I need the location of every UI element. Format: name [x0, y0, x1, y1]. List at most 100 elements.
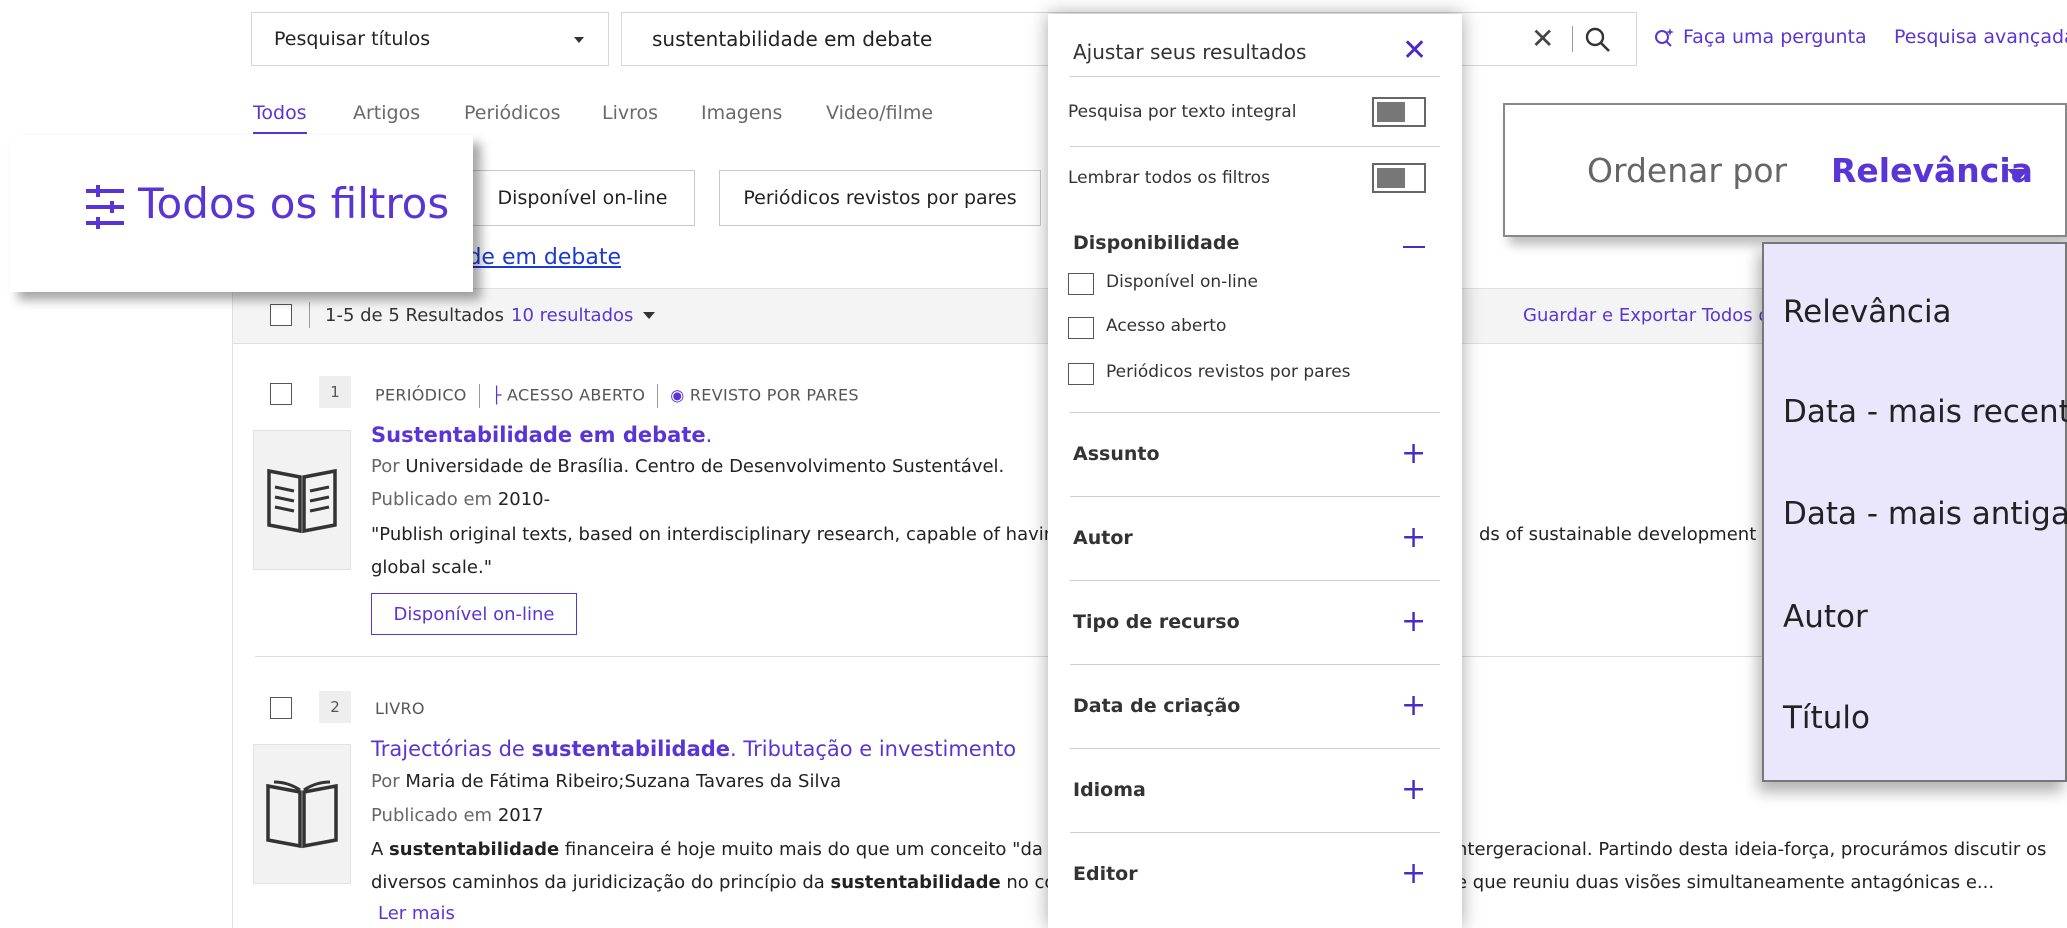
sort-option-newest[interactable]: Data - mais recente	[1783, 394, 2067, 430]
ask-question-label: Faça uma pergunta	[1683, 26, 1867, 48]
result-title-main: sustentabilidade	[531, 737, 731, 761]
clear-search-icon[interactable]: ✕	[1531, 25, 1554, 53]
tab-all[interactable]: Todos	[253, 102, 307, 134]
sort-control[interactable]: Ordenar por Relevância	[1503, 103, 2067, 237]
divider	[309, 302, 310, 328]
sort-label: Ordenar por	[1587, 151, 1788, 190]
chevron-down-icon	[643, 312, 656, 319]
section-creation-date[interactable]: Data de criação	[1073, 695, 1240, 717]
divider	[1070, 664, 1440, 665]
result-description: "Publish original texts, based on interd…	[371, 524, 1067, 545]
result-checkbox[interactable]	[270, 383, 292, 405]
results-count: 1-5 de 5 Resultados	[325, 305, 504, 326]
divider	[1070, 580, 1440, 581]
result-thumbnail[interactable]	[253, 744, 351, 884]
divider	[1070, 832, 1440, 833]
search-scope-value: Pesquisar títulos	[274, 28, 431, 50]
peer-reviewed-label: REVISTO POR PARES	[689, 385, 859, 405]
ask-question-link[interactable]: Faça uma pergunta	[1653, 26, 1867, 48]
sort-option-relevance[interactable]: Relevância	[1783, 294, 1952, 330]
expand-icon[interactable]: +	[1401, 607, 1426, 637]
sort-option-oldest[interactable]: Data - mais antiga	[1783, 496, 2067, 532]
sort-option-title[interactable]: Título	[1783, 700, 1870, 736]
result-title-link[interactable]: Sustentabilidade em debate.	[371, 423, 712, 447]
chip-online[interactable]: Disponível on-line	[470, 170, 695, 226]
sort-option-author[interactable]: Autor	[1783, 599, 1868, 635]
published-value: 2017	[497, 805, 544, 826]
result-type-badges: PERIÓDICO ├ ACESSO ABERTO ◉ REVISTO POR PA…	[375, 384, 859, 408]
filter-checkbox-online[interactable]	[1068, 273, 1094, 295]
result-checkbox[interactable]	[270, 697, 292, 719]
result-type: PERIÓDICO	[375, 385, 467, 405]
expand-icon[interactable]: +	[1401, 859, 1426, 889]
section-author[interactable]: Autor	[1073, 527, 1133, 549]
filter-label-open-access: Acesso aberto	[1106, 316, 1227, 336]
search-scope-select[interactable]: Pesquisar títulos	[251, 12, 609, 66]
all-filters-button[interactable]: Todos os filtros	[10, 135, 473, 292]
search-query: sustentabilidade em debate	[652, 27, 933, 51]
read-more-link[interactable]: Ler mais	[378, 903, 455, 924]
result-thumbnail[interactable]	[253, 430, 351, 570]
chevron-down-icon	[574, 37, 584, 43]
journal-icon	[267, 468, 337, 534]
search-icon[interactable]	[1584, 26, 1612, 54]
filter-checkbox-peer-reviewed[interactable]	[1068, 363, 1094, 385]
result-title-main: Sustentabilidade em debate	[371, 423, 706, 447]
divider	[1572, 26, 1573, 52]
advanced-search-link[interactable]: Pesquisa avançada	[1894, 26, 2067, 48]
result-description-cont: ntergeracional. Partindo desta ideia-for…	[1456, 839, 2047, 860]
expand-icon[interactable]: +	[1401, 439, 1426, 469]
result-published: Publicado em 2010-	[371, 489, 550, 510]
tab-journals[interactable]: Periódicos	[464, 102, 561, 124]
section-subject[interactable]: Assunto	[1073, 443, 1160, 465]
section-resource-type[interactable]: Tipo de recurso	[1073, 611, 1240, 633]
filter-checkbox-open-access[interactable]	[1068, 317, 1094, 339]
availability-section-title[interactable]: Disponibilidade	[1073, 232, 1239, 254]
by-label: Por	[371, 456, 400, 477]
expand-icon[interactable]: +	[1401, 691, 1426, 721]
fulltext-toggle-label: Pesquisa por texto integral	[1068, 102, 1297, 122]
result-title-link[interactable]: Trajectórias de sustentabilidade. Tribut…	[371, 737, 1016, 761]
open-access-label: ACESSO ABERTO	[507, 385, 646, 405]
section-language[interactable]: Idioma	[1073, 779, 1146, 801]
toggle-knob	[1377, 102, 1405, 122]
save-export-all-link[interactable]: Guardar e Exportar Todos o	[1523, 305, 1769, 326]
fulltext-toggle[interactable]	[1372, 97, 1426, 127]
tab-books[interactable]: Livros	[602, 102, 658, 124]
tab-video[interactable]: Video/filme	[826, 102, 933, 124]
open-access-icon: ├	[491, 385, 502, 405]
filters-panel-title: Ajustar seus resultados	[1073, 40, 1307, 64]
sort-value: Relevância	[1831, 151, 2033, 190]
divider	[1070, 76, 1440, 77]
result-description-line2: global scale."	[371, 557, 492, 578]
section-publisher[interactable]: Editor	[1073, 863, 1138, 885]
eye-icon: ◉	[670, 385, 685, 405]
ai-search-icon	[1655, 28, 1674, 47]
remember-filters-toggle[interactable]	[1372, 163, 1426, 193]
filter-sliders-icon	[86, 185, 124, 229]
expand-icon[interactable]: +	[1401, 775, 1426, 805]
available-online-button[interactable]: Disponível on-line	[371, 593, 577, 635]
result-author: Por Universidade de Brasília. Centro de …	[371, 456, 1004, 477]
tab-images[interactable]: Imagens	[701, 102, 782, 124]
results-per-page-select[interactable]: 10 resultados	[511, 305, 656, 326]
expand-icon[interactable]: +	[1401, 523, 1426, 553]
result-title-rest: .	[705, 423, 713, 447]
result-number: 2	[319, 691, 351, 723]
results-per-page-value: 10 resultados	[511, 305, 634, 326]
divider	[1070, 412, 1440, 413]
result-description-cont: ds of sustainable development an	[1479, 524, 1785, 545]
close-icon[interactable]: ✕	[1402, 36, 1427, 66]
book-icon	[266, 780, 338, 849]
result-published: Publicado em 2017	[371, 805, 544, 826]
tab-articles[interactable]: Artigos	[353, 102, 420, 124]
result-author: Por Maria de Fátima Ribeiro;Suzana Tavar…	[371, 771, 841, 792]
chip-peer-reviewed[interactable]: Periódicos revistos por pares	[719, 170, 1041, 226]
desc-highlight: sustentabilidade	[830, 872, 1001, 893]
divider	[1070, 146, 1440, 147]
desc-text: financeira é hoje muito mais do que um c…	[559, 839, 1078, 860]
collapse-icon[interactable]	[1403, 246, 1425, 248]
published-label: Publicado em	[371, 805, 493, 826]
select-all-checkbox[interactable]	[270, 304, 292, 326]
by-label: Por	[371, 771, 400, 792]
